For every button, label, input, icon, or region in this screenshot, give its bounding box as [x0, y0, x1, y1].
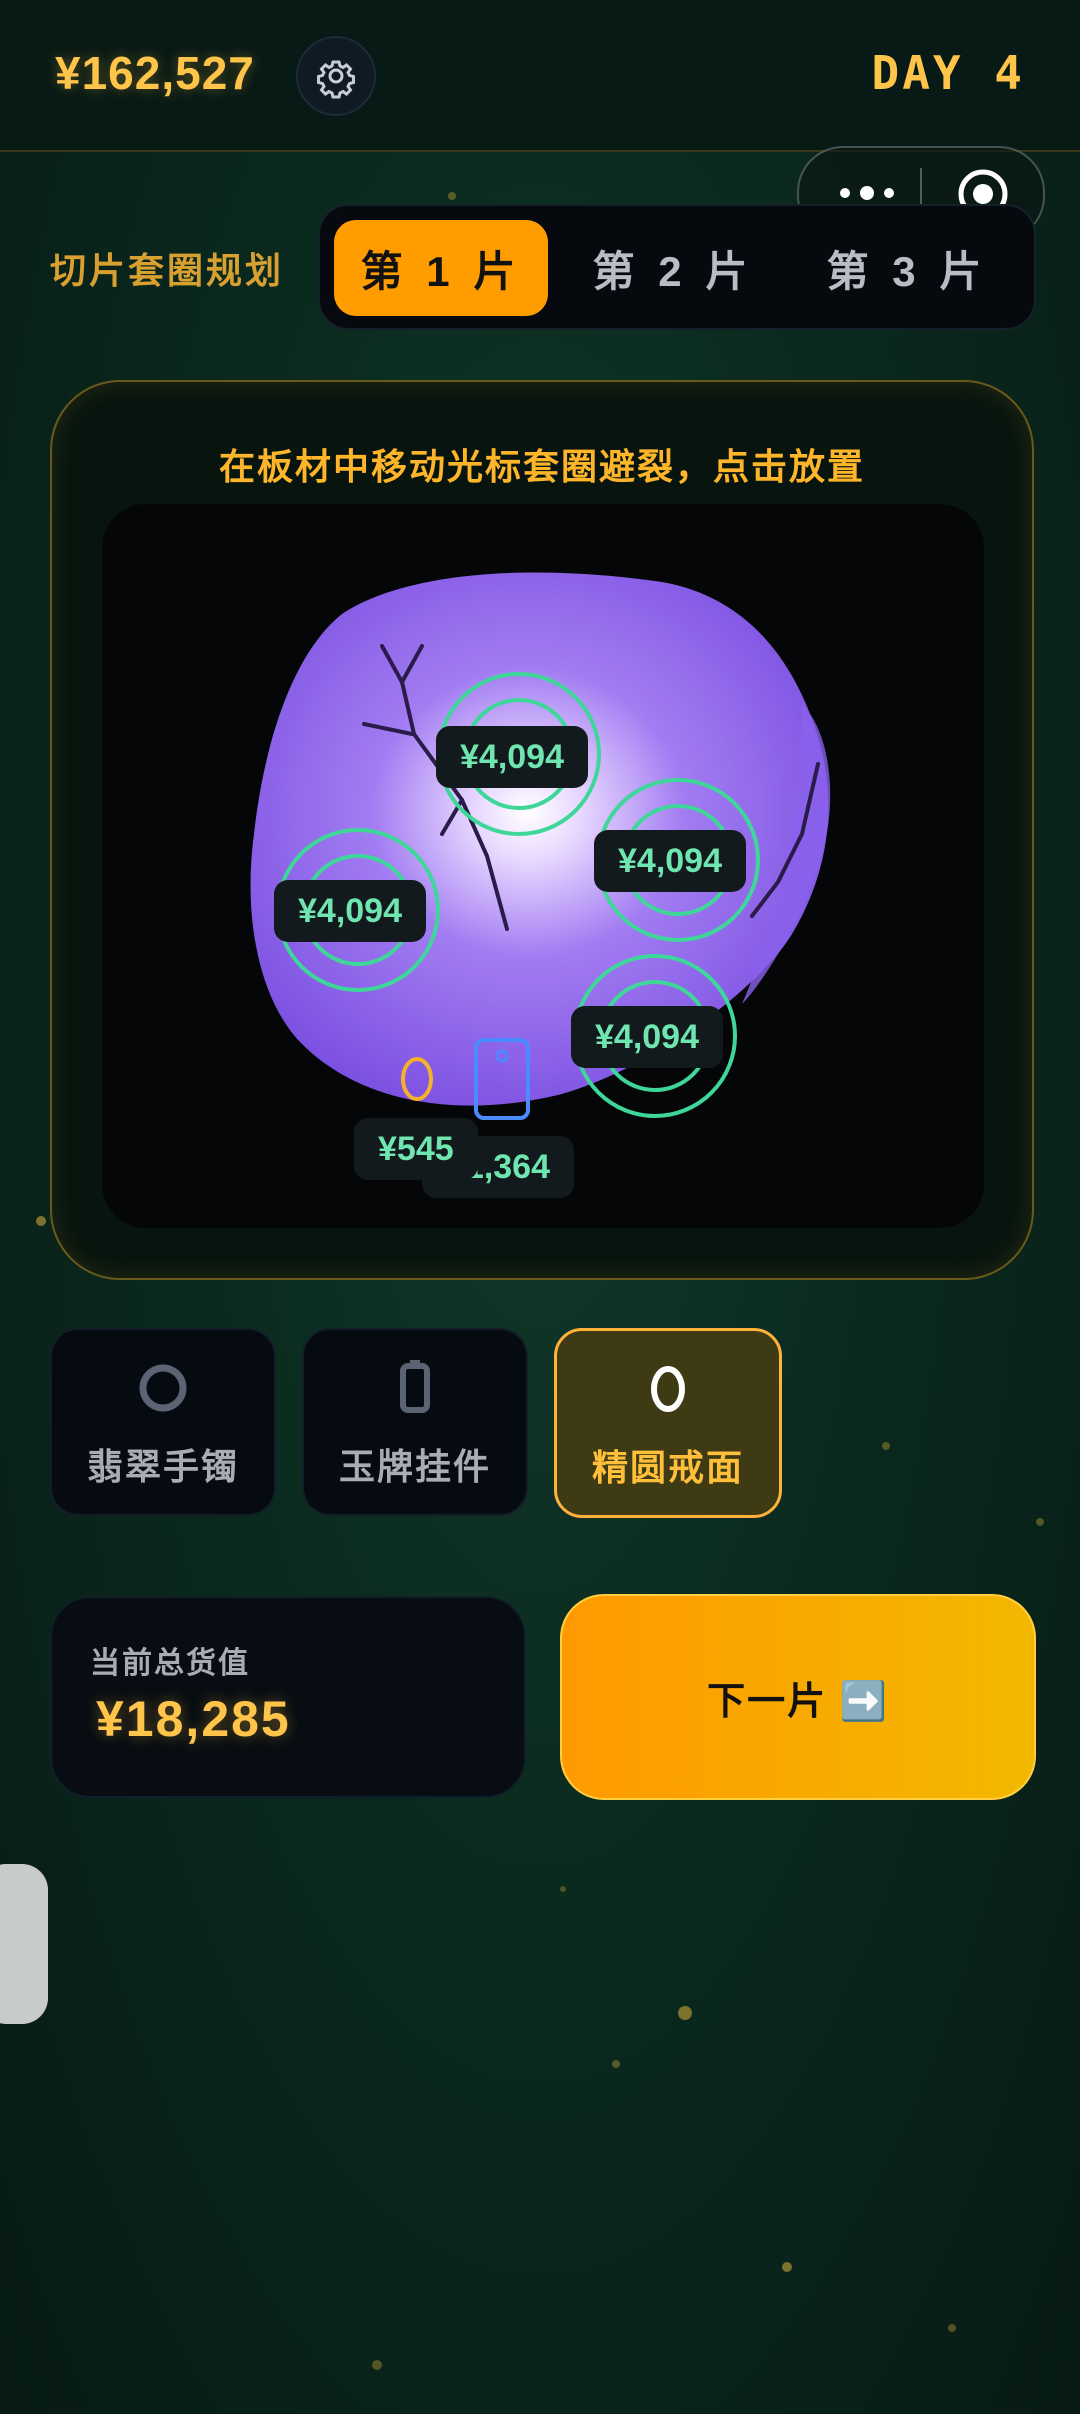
sparkle [1036, 1518, 1044, 1526]
total-value-amount: ¥18,285 [96, 1691, 291, 1747]
settings-button[interactable] [296, 36, 376, 116]
jade-board[interactable]: ¥4,094 ¥4,094 ¥4,094 ¥4,094 ¥1,364 ¥545 [102, 504, 984, 1228]
sparkle [612, 2060, 620, 2068]
sparkle [448, 192, 456, 200]
product-label: 精圆戒面 [591, 1447, 744, 1488]
price-tag: ¥4,094 [274, 880, 426, 942]
product-label: 翡翠手镯 [86, 1446, 239, 1487]
plan-label: 切片套圈规划 [50, 250, 285, 291]
tab-slice-3[interactable]: 第 3 片 [800, 220, 1014, 316]
jade-slab [250, 572, 831, 1120]
sparkle [36, 1216, 46, 1226]
board-instruction: 在板材中移动光标套圈避裂，点击放置 [218, 446, 865, 487]
gear-icon [317, 60, 355, 99]
price-tag: ¥4,094 [594, 830, 746, 892]
money-balance: ¥162,527 [55, 47, 255, 99]
side-floating-handle[interactable] [0, 1864, 48, 2024]
total-value-panel: 当前总货值 ¥18,285 [50, 1596, 526, 1798]
tab-slice-1[interactable]: 第 1 片 [334, 220, 548, 316]
slice-tabs: 第 1 片 第 2 片 第 3 片 [318, 204, 1036, 330]
price-tag: ¥4,094 [436, 726, 588, 788]
sparkle [678, 2006, 692, 2020]
day-counter: DAY 4 [871, 46, 1025, 100]
pendant-icon [400, 1360, 430, 1413]
sparkle [882, 1442, 890, 1450]
tab-slice-2[interactable]: 第 2 片 [566, 220, 780, 316]
sparkle [948, 2324, 956, 2332]
price-tag: ¥4,094 [571, 1006, 723, 1068]
product-pendant-button[interactable]: 玉牌挂件 [302, 1328, 528, 1516]
sparkle [560, 1886, 566, 1892]
product-ring-button[interactable]: 精圆戒面 [554, 1328, 782, 1518]
price-tag: ¥545 [354, 1118, 478, 1180]
ring-icon [651, 1366, 685, 1412]
next-slice-button[interactable]: 下一片 ➡️ [560, 1594, 1036, 1800]
bangle-icon [139, 1364, 187, 1412]
board-card: 在板材中移动光标套圈避裂，点击放置 ¥4,094 ¥4,094 ¥4,094 ¥… [50, 380, 1034, 1280]
sparkle [372, 2360, 382, 2370]
product-label: 玉牌挂件 [338, 1446, 491, 1487]
sparkle [782, 2262, 792, 2272]
total-value-label: 当前总货值 [90, 1647, 250, 1680]
product-bangle-button[interactable]: 翡翠手镯 [50, 1328, 276, 1516]
